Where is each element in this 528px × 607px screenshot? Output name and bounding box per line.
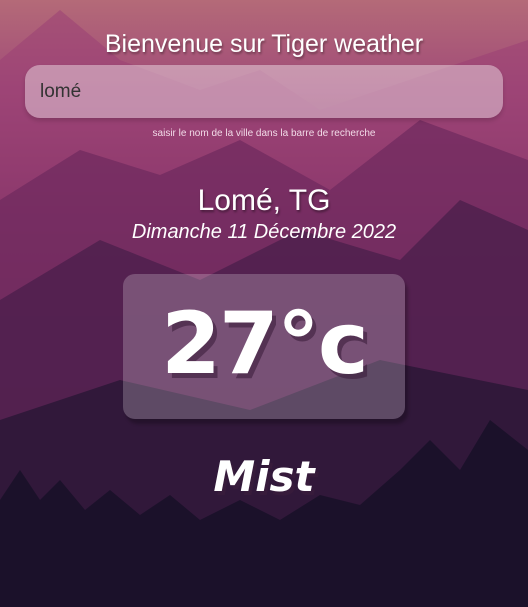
temperature-value: 27°c — [161, 294, 369, 394]
location-name: Lomé, TG — [197, 184, 331, 217]
app-title: Bienvenue sur Tiger weather — [104, 30, 424, 58]
search-hint: saisir le nom de la ville dans la barre … — [152, 128, 376, 139]
temperature-card: 27°c — [123, 274, 405, 419]
weather-app: Bienvenue sur Tiger weather saisir le no… — [0, 0, 528, 607]
city-search-input[interactable] — [25, 65, 503, 118]
current-date: Dimanche 11 Décembre 2022 — [131, 221, 397, 243]
weather-condition: Mist — [213, 452, 315, 501]
